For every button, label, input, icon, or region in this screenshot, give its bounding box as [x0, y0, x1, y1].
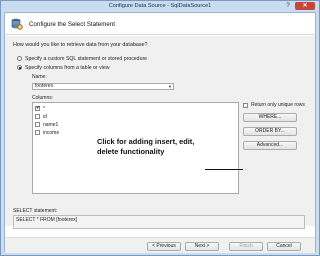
column-checkbox[interactable]: ✔ [35, 106, 40, 111]
select-statement-box: SELECT * FROM [footerex] [13, 215, 305, 229]
cancel-button[interactable]: Cancel [267, 242, 301, 251]
column-label: name1 [43, 121, 59, 128]
radio-custom-sql[interactable] [17, 56, 22, 61]
column-label: income [43, 129, 60, 136]
wizard-header: Configure the Select Statement [5, 13, 315, 35]
custom-sql-label: Specify a custom SQL statement or stored… [25, 55, 148, 62]
columns-option-label: Specify columns from a table or view [25, 64, 110, 71]
column-checkbox[interactable] [35, 114, 40, 119]
advanced-button[interactable]: Advanced... [243, 141, 297, 150]
column-checkbox[interactable] [35, 122, 40, 127]
name-label: Name: [32, 74, 47, 80]
annotation-pointer-line [205, 169, 243, 170]
close-icon[interactable]: ✕ [295, 2, 315, 10]
unique-rows-checkbox[interactable] [243, 102, 248, 108]
retrieve-question: How would you like to retrieve data from… [13, 42, 148, 48]
columns-option[interactable]: Specify columns from a table or view [17, 64, 109, 71]
table-name-select[interactable]: footerex ▼ [32, 83, 174, 90]
title-bar: Configure Data Source - SqlDataSource1 ?… [1, 1, 319, 12]
unique-rows-option[interactable]: Return only unique rows [243, 102, 305, 108]
table-name-value: footerex [35, 83, 54, 89]
wizard-body: How would you like to retrieve data from… [5, 36, 315, 229]
next-button[interactable]: Next > [185, 242, 219, 251]
annotation-callout: Click for adding insert, edit, delete fu… [97, 137, 195, 156]
column-label: * [43, 105, 45, 112]
database-gear-icon [11, 18, 23, 30]
column-checkbox[interactable] [35, 130, 40, 135]
wizard-panel: Configure the Select Statement How would… [4, 12, 316, 253]
wizard-footer: < Previous Next > Finish Cancel [5, 237, 315, 253]
where-button[interactable]: WHERE... [243, 113, 297, 122]
window-title: Configure Data Source - SqlDataSource1 [108, 3, 212, 9]
list-item[interactable]: id [35, 113, 47, 120]
column-label: id [43, 113, 47, 120]
list-item[interactable]: income [35, 129, 59, 136]
columns-label: Columns: [32, 95, 54, 101]
dialog-window: Configure Data Source - SqlDataSource1 ?… [0, 0, 320, 256]
select-statement-label: SELECT statement: [13, 208, 58, 214]
list-item[interactable]: ✔ * [35, 105, 45, 112]
previous-button[interactable]: < Previous [147, 242, 181, 251]
custom-sql-option[interactable]: Specify a custom SQL statement or stored… [17, 55, 147, 62]
help-icon[interactable]: ? [283, 2, 293, 10]
chevron-down-icon[interactable]: ▼ [168, 84, 172, 89]
list-item[interactable]: name1 [35, 121, 58, 128]
order-by-button[interactable]: ORDER BY... [243, 127, 297, 136]
unique-rows-label: Return only unique rows [251, 102, 305, 108]
finish-button[interactable]: Finish [229, 242, 263, 251]
radio-columns[interactable] [17, 65, 22, 70]
page-title: Configure the Select Statement [29, 21, 115, 28]
